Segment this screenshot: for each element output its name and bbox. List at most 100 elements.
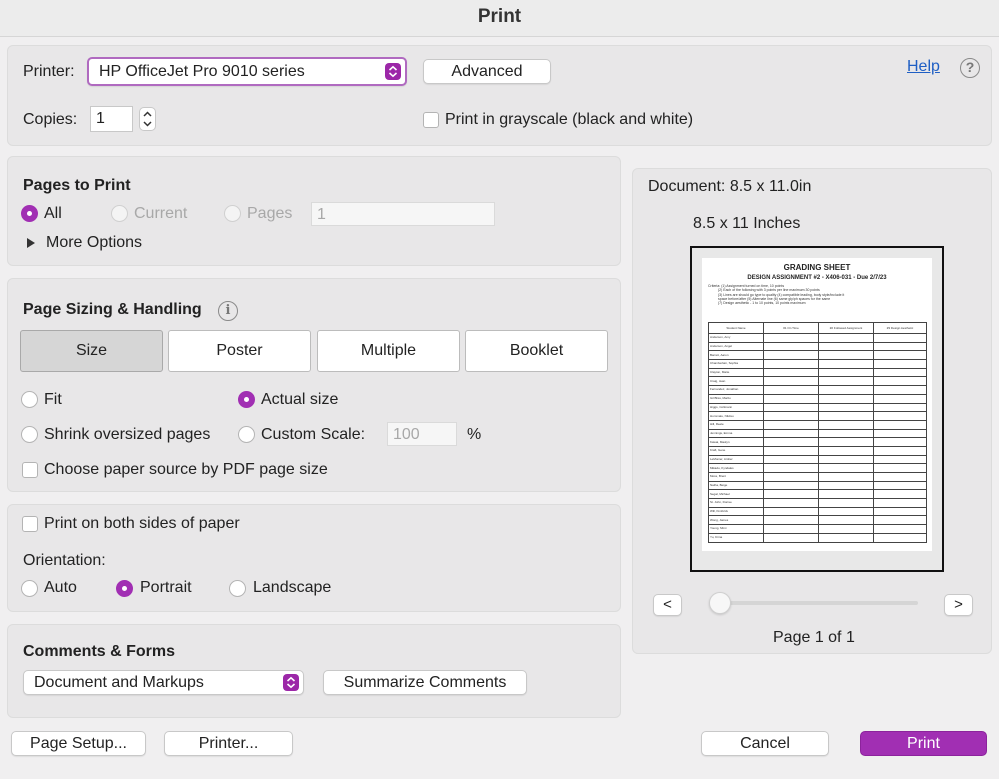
page-preview: GRADING SHEET DESIGN ASSIGNMENT #2 - X40… [690, 246, 944, 572]
sheet-title: GRADING SHEET [783, 263, 851, 272]
orientation-label: Orientation: [23, 552, 106, 569]
page-range-value: 1 [317, 206, 326, 223]
paper-size-label: 8.5 x 11 Inches [693, 215, 801, 232]
all-pages-label: All [44, 205, 62, 222]
page-indicator: Page 1 of 1 [773, 629, 855, 646]
copies-stepper[interactable] [139, 107, 156, 131]
current-page-radio[interactable] [111, 205, 128, 222]
score-cell [818, 506, 874, 517]
copies-field[interactable]: 1 [90, 106, 133, 132]
printer-settings-button[interactable]: Printer... [164, 731, 293, 756]
tab-booklet[interactable]: Booklet [465, 330, 608, 372]
printer-select[interactable]: HP OfficeJet Pro 9010 series [87, 57, 407, 86]
preview-sheet: GRADING SHEET DESIGN ASSIGNMENT #2 - X40… [702, 258, 932, 551]
score-cell [818, 480, 874, 491]
cancel-button[interactable]: Cancel [701, 731, 829, 756]
comments-forms-heading: Comments & Forms [23, 643, 176, 660]
info-icon[interactable]: i [218, 301, 238, 321]
page-slider-track[interactable] [710, 601, 918, 605]
page-slider-knob[interactable] [709, 592, 731, 614]
fit-radio[interactable] [21, 391, 38, 408]
print-button[interactable]: Print [860, 731, 987, 756]
both-sides-checkbox[interactable] [22, 516, 38, 532]
table-row: Segal, Michael [708, 489, 927, 500]
table-row: Kawai, Maulyn [708, 437, 927, 447]
score-cell [873, 472, 927, 482]
score-cell [818, 359, 874, 369]
table-row: Mikadu, Kyndales [708, 463, 927, 473]
score-cell [818, 498, 874, 508]
previous-page-button[interactable]: < [653, 594, 682, 616]
copies-value: 1 [96, 110, 105, 127]
score-cell [873, 385, 927, 395]
score-cell [873, 419, 927, 430]
table-row: Higgs, Coltmann [708, 402, 927, 413]
score-cell [763, 428, 819, 439]
custom-scale-radio[interactable] [238, 426, 255, 443]
score-cell [818, 445, 874, 456]
student-name-cell: Higgs, Coltmann [708, 402, 764, 413]
score-cell [763, 454, 819, 465]
more-options-disclosure[interactable]: More Options [24, 234, 164, 254]
score-cell [763, 506, 819, 517]
actual-size-radio[interactable] [238, 391, 255, 408]
score-cell [818, 333, 874, 343]
table-row: Wong, James [708, 515, 927, 526]
table-row: Barrett, Aaron [708, 350, 927, 361]
score-cell [873, 515, 927, 526]
score-cell [873, 428, 927, 439]
chevron-updown-icon [283, 674, 299, 691]
score-cell [873, 506, 927, 517]
table-row: Hummatu, Nikitsu [708, 411, 927, 421]
score-cell [763, 393, 819, 404]
paper-source-checkbox[interactable] [22, 462, 38, 478]
score-cell [818, 350, 874, 361]
shrink-oversized-radio[interactable] [21, 426, 38, 443]
sheet-subtitle: DESIGN ASSIGNMENT #2 - X406-031 - Due 2/… [747, 275, 887, 281]
score-cell [763, 419, 819, 430]
score-cell [818, 393, 874, 404]
table-row: Fernandez, Jonathan [708, 385, 927, 395]
student-name-cell: Young, Mimi [708, 524, 764, 534]
student-name-cell: Mikadu, Kyndales [708, 463, 764, 473]
question-icon[interactable]: ? [960, 58, 980, 78]
grayscale-checkbox[interactable] [423, 112, 439, 128]
score-cell [818, 532, 874, 543]
orientation-portrait-radio[interactable] [116, 580, 133, 597]
sheet-criteria-line: (7) Design aesthetic - 1 to 10 points, 1… [718, 301, 806, 306]
page-range-field[interactable]: 1 [311, 202, 495, 226]
table-row: Natha, Beige [708, 480, 927, 491]
score-cell [873, 480, 927, 491]
custom-scale-field[interactable]: 100 [387, 422, 457, 446]
orientation-landscape-radio[interactable] [229, 580, 246, 597]
table-row: Clayton, Marie [708, 367, 927, 378]
actual-size-label: Actual size [261, 391, 339, 408]
page-range-radio[interactable] [224, 205, 241, 222]
score-cell [818, 419, 874, 430]
student-name-cell: Kawai, Maulyn [708, 437, 764, 447]
tab-size[interactable]: Size [20, 330, 163, 372]
advanced-button[interactable]: Advanced [423, 59, 551, 84]
help-link[interactable]: Help [907, 58, 940, 76]
tab-multiple[interactable]: Multiple [317, 330, 460, 372]
summarize-comments-button[interactable]: Summarize Comments [323, 670, 527, 695]
student-name-cell: Jennings, Emma [708, 428, 764, 439]
page-setup-button[interactable]: Page Setup... [11, 731, 146, 756]
all-pages-radio[interactable] [21, 205, 38, 222]
score-cell [873, 437, 927, 447]
score-cell [873, 359, 927, 369]
table-header-cell: #2 Followed Assignment [818, 322, 874, 334]
table-row: Chamberlain, Sophia [708, 359, 927, 369]
tab-poster[interactable]: Poster [168, 330, 311, 372]
disclosure-triangle-icon [27, 238, 35, 248]
student-name-cell: LeMonier, Amber [708, 454, 764, 465]
score-cell [873, 376, 927, 387]
score-cell [763, 498, 819, 508]
document-size-label: Document: 8.5 x 11.0in [648, 178, 812, 195]
grayscale-label: Print in grayscale (black and white) [445, 111, 694, 128]
printer-label: Printer: [23, 63, 75, 80]
orientation-auto-radio[interactable] [21, 580, 38, 597]
comments-forms-select[interactable]: Document and Markups [23, 670, 304, 695]
score-cell [763, 385, 819, 395]
next-page-button[interactable]: > [944, 594, 973, 616]
